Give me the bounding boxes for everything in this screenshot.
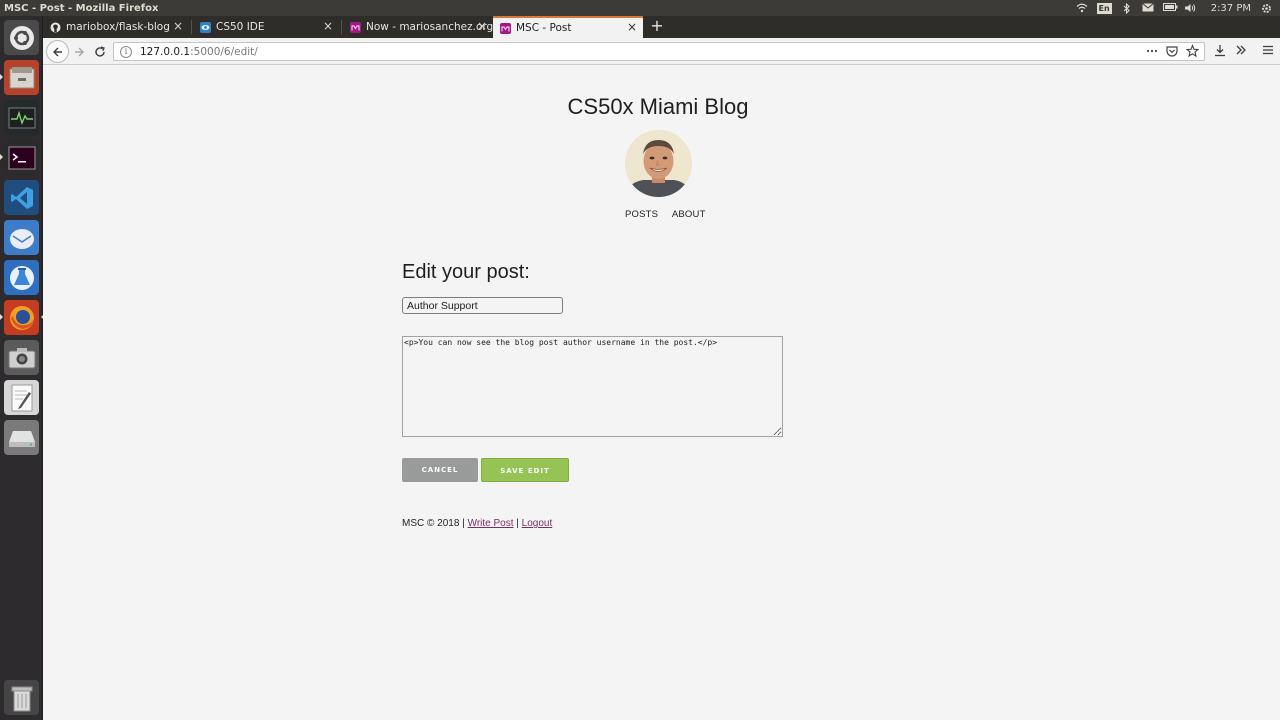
ubuntu-dash-icon[interactable]	[4, 20, 39, 55]
overflow-chevron-icon[interactable]	[1234, 44, 1248, 59]
terminal-icon[interactable]	[0, 140, 39, 175]
drive-icon[interactable]	[4, 420, 39, 455]
save-edit-button[interactable]: SAVE EDIT	[481, 458, 569, 482]
tab-label: Now - mariosanchez.org	[366, 21, 493, 33]
screenshot-icon[interactable]	[4, 340, 39, 375]
clock[interactable]: 2:37 PM	[1211, 3, 1251, 14]
page-content: CS50x Miami Blog POSTS ABOUT Edit your p…	[43, 66, 1280, 720]
nav-about-link[interactable]: ABOUT	[672, 209, 706, 220]
text-editor-icon[interactable]	[4, 380, 39, 415]
mail-icon[interactable]	[4, 220, 39, 255]
navigation-toolbar: i 127.0.0.1:5000/6/edit/	[43, 38, 1280, 65]
page-actions-icon[interactable]	[1146, 44, 1158, 61]
page-footer: MSC © 2018 | Write Post | Logout	[402, 518, 552, 529]
system-top-panel: MSC - Post - Mozilla Firefox En 2:37 PM	[0, 0, 1280, 16]
url-path: :5000/6/edit/	[190, 45, 258, 58]
tab-strip: mariobox/flask-blog × CS50 IDE × Now - m…	[43, 16, 1280, 38]
new-tab-button[interactable]: +	[646, 16, 668, 38]
logout-link[interactable]: Logout	[522, 518, 553, 529]
tab-label: mariobox/flask-blog	[66, 21, 170, 33]
blog-title[interactable]: CS50x Miami Blog	[43, 94, 1273, 120]
cs50-favicon-icon	[200, 21, 211, 33]
top-nav: POSTS ABOUT	[625, 209, 717, 220]
close-tab-icon[interactable]: ×	[477, 20, 487, 33]
downloads-icon[interactable]	[1213, 44, 1227, 60]
wifi-icon[interactable]	[1076, 3, 1088, 14]
system-monitor-icon[interactable]	[4, 100, 39, 135]
tab-msc-post[interactable]: MSC - Post ×	[493, 16, 643, 38]
reload-icon	[94, 45, 105, 57]
author-avatar	[625, 130, 692, 197]
msc-favicon-icon	[350, 21, 361, 33]
forward-button[interactable]	[68, 41, 89, 62]
tab-label: MSC - Post	[516, 22, 572, 34]
battery-icon[interactable]	[1162, 2, 1178, 14]
power-gear-icon[interactable]	[1260, 3, 1272, 14]
pocket-icon[interactable]	[1166, 44, 1178, 61]
firefox-icon[interactable]	[0, 300, 44, 335]
github-favicon-icon	[50, 21, 61, 33]
mail-indicator-icon[interactable]	[1141, 2, 1154, 14]
tab-cs50-ide[interactable]: CS50 IDE ×	[193, 16, 339, 38]
keyboard-layout-indicator[interactable]: En	[1096, 2, 1112, 14]
site-info-icon[interactable]: i	[120, 45, 132, 58]
tab-now-mariosanchez[interactable]: Now - mariosanchez.org ×	[343, 16, 493, 38]
write-post-link[interactable]: Write Post	[468, 518, 514, 529]
msc-favicon-icon	[500, 22, 511, 34]
system-tray: En 2:37 PM	[1076, 0, 1272, 16]
bookmark-star-icon[interactable]	[1185, 44, 1200, 61]
post-title-input[interactable]	[402, 297, 563, 314]
tab-github[interactable]: mariobox/flask-blog ×	[43, 16, 189, 38]
url-host: 127.0.0.1	[140, 45, 191, 58]
close-tab-icon[interactable]: ×	[173, 20, 183, 33]
cancel-button[interactable]: CANCEL	[402, 458, 478, 482]
forward-arrow-icon	[74, 47, 84, 56]
back-button[interactable]	[46, 40, 69, 63]
reload-button[interactable]	[89, 41, 110, 62]
footer-copyright: MSC © 2018 |	[402, 518, 465, 529]
close-tab-icon[interactable]: ×	[323, 20, 333, 33]
tab-label: CS50 IDE	[216, 21, 265, 33]
hamburger-menu-icon[interactable]	[1261, 44, 1275, 59]
bluetooth-icon[interactable]	[1121, 2, 1133, 14]
post-body-textarea[interactable]: <p>You can now see the blog post author …	[402, 336, 783, 437]
files-icon[interactable]	[0, 60, 39, 95]
volume-icon[interactable]	[1184, 3, 1196, 14]
close-tab-icon[interactable]: ×	[627, 21, 637, 34]
launcher	[0, 16, 44, 720]
trash-icon[interactable]	[4, 680, 39, 715]
nav-posts-link[interactable]: POSTS	[625, 209, 658, 220]
footer-separator: |	[516, 518, 519, 529]
url-actions	[1146, 44, 1200, 61]
url-bar[interactable]: i 127.0.0.1:5000/6/edit/	[113, 42, 1205, 61]
flask-icon[interactable]	[4, 260, 39, 295]
page-heading: Edit your post:	[402, 261, 530, 283]
back-arrow-icon	[52, 47, 62, 56]
vscode-icon[interactable]	[4, 180, 39, 215]
window-title: MSC - Post - Mozilla Firefox	[4, 2, 159, 14]
